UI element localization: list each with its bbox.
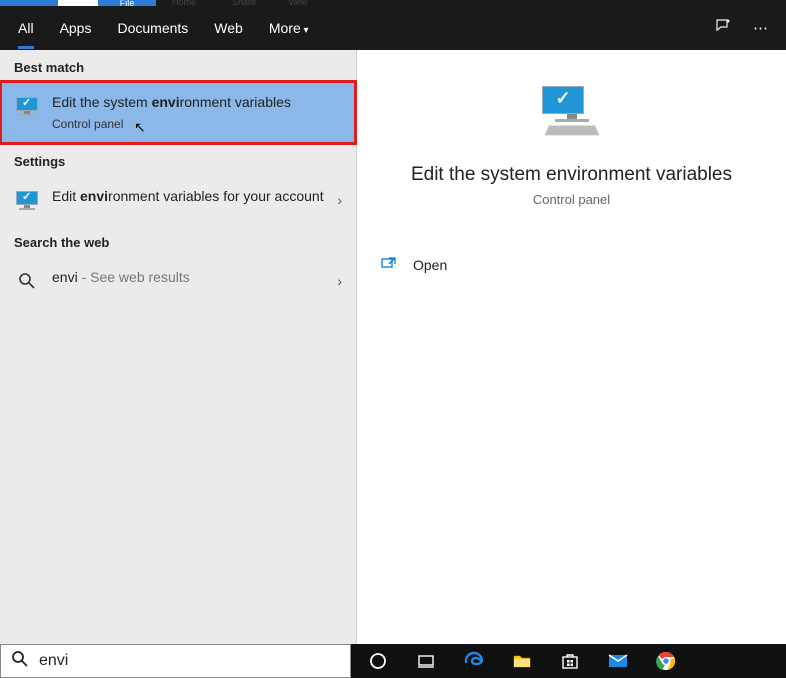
cortana-icon[interactable]: [363, 646, 393, 676]
window-ribbon: File Home Share View: [0, 0, 786, 6]
preview-subtitle: Control panel: [533, 192, 610, 207]
section-search-web: Search the web: [0, 225, 356, 256]
preview-panel: ✓ Edit the system environment variables …: [357, 50, 786, 644]
result-title: Edit environment variables for your acco…: [52, 188, 324, 204]
action-open[interactable]: Open: [357, 247, 786, 282]
preview-hero-icon: ✓: [542, 86, 602, 136]
chevron-right-icon[interactable]: ›: [337, 273, 342, 289]
ribbon-file[interactable]: File: [98, 0, 156, 6]
result-web-search[interactable]: envi - See web results ›: [0, 256, 356, 306]
tab-all[interactable]: All: [18, 20, 34, 49]
results-panel: Best match ✓ Edit the system environment…: [0, 50, 357, 644]
more-horizontal-icon[interactable]: ⋯: [753, 19, 768, 37]
preview-title: Edit the system environment variables: [411, 164, 732, 186]
tab-apps[interactable]: Apps: [60, 20, 92, 36]
ribbon-share[interactable]: Share: [232, 0, 256, 7]
search-icon: [11, 650, 29, 673]
result-edit-user-env-vars[interactable]: ✓ Edit environment variables for your ac…: [0, 175, 356, 225]
edge-icon[interactable]: [459, 646, 489, 676]
search-input[interactable]: [39, 652, 340, 670]
microsoft-store-icon[interactable]: [555, 646, 585, 676]
tab-documents[interactable]: Documents: [117, 20, 188, 36]
control-panel-monitor-icon: ✓: [14, 187, 40, 213]
action-open-label: Open: [413, 257, 447, 273]
result-edit-system-env-vars[interactable]: ✓ Edit the system environment variables …: [0, 81, 356, 144]
mail-icon[interactable]: [603, 646, 633, 676]
tab-web[interactable]: Web: [214, 20, 243, 36]
control-panel-monitor-icon: ✓: [14, 93, 40, 119]
ribbon-home[interactable]: Home: [172, 0, 196, 7]
task-view-icon[interactable]: [411, 646, 441, 676]
taskbar: [351, 644, 786, 678]
section-best-match: Best match: [0, 50, 356, 81]
search-icon: [14, 268, 40, 294]
chevron-right-icon[interactable]: ›: [337, 192, 342, 208]
open-icon: [381, 255, 399, 274]
ribbon-view[interactable]: View: [288, 0, 307, 7]
web-result-text: envi - See web results: [52, 269, 190, 285]
chrome-icon[interactable]: [651, 646, 681, 676]
result-subtitle: Control panel: [52, 116, 342, 132]
feedback-icon[interactable]: [715, 18, 731, 38]
tab-more[interactable]: More: [269, 20, 309, 36]
file-explorer-icon[interactable]: [507, 646, 537, 676]
section-settings: Settings: [0, 144, 356, 175]
search-filter-tabs: All Apps Documents Web More ⋯: [0, 6, 786, 50]
search-bar[interactable]: [0, 644, 351, 678]
result-title: Edit the system environment variables: [52, 94, 291, 110]
